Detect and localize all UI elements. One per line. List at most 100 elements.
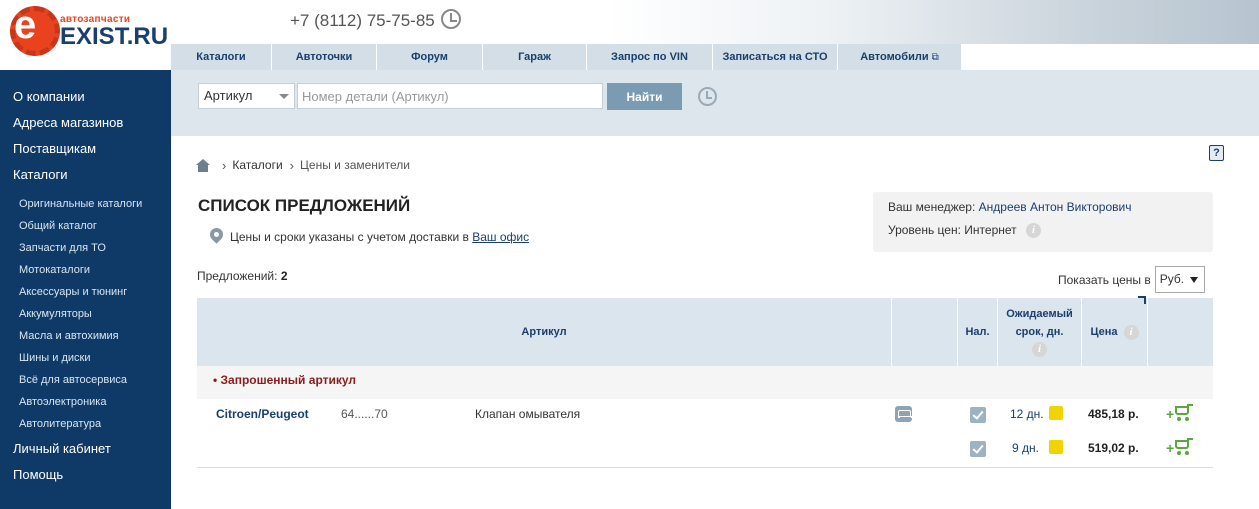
- clock-icon[interactable]: [441, 9, 461, 29]
- manager-label: Ваш менеджер:: [888, 200, 976, 214]
- sidebar-subitem[interactable]: Оригинальные каталоги: [0, 193, 171, 215]
- header-stock[interactable]: Нал.: [957, 298, 997, 366]
- top-bar: +7 (8112) 75-75-85: [171, 0, 1259, 44]
- breadcrumb-separator: ›: [222, 157, 227, 173]
- nav-service-booking[interactable]: Записаться на СТО: [713, 44, 838, 70]
- breadcrumb-catalogs[interactable]: Каталоги: [232, 158, 282, 172]
- cart-body: [1175, 406, 1189, 415]
- nav-label: Запрос по VIN: [611, 51, 688, 63]
- sidebar-item-suppliers[interactable]: Поставщикам: [0, 139, 171, 165]
- sort-arrow-icon[interactable]: [1138, 296, 1146, 304]
- car-icon[interactable]: [895, 406, 913, 422]
- sidebar-subitem[interactable]: Масла и автохимия: [0, 325, 171, 347]
- phone-number: +7 (8112) 75-75-85: [290, 11, 435, 30]
- sidebar-subitem[interactable]: Запчасти для ТО: [0, 237, 171, 259]
- nav-autopoints[interactable]: Автоточки: [272, 44, 377, 70]
- info-icon[interactable]: i: [1025, 223, 1041, 239]
- header-article-label: Артикул: [521, 326, 567, 338]
- search-type-select[interactable]: Артикул: [198, 83, 295, 109]
- sidebar-catalog-submenu: Оригинальные каталоги Общий каталог Запч…: [0, 191, 171, 439]
- search-input[interactable]: [297, 83, 603, 109]
- part-description: Клапан омывателя: [475, 407, 581, 421]
- requested-article-label: • Запрошенный артикул: [213, 373, 357, 387]
- header-stock-label: Нал.: [965, 326, 990, 338]
- plus-icon: +: [1166, 406, 1175, 422]
- availability-status-icon: [1049, 440, 1063, 454]
- stock-checkbox[interactable]: [970, 441, 986, 457]
- sidebar-item-catalogs[interactable]: Каталоги: [0, 165, 171, 191]
- price-level-label: Уровень цен:: [888, 223, 961, 237]
- nav-vin-request[interactable]: Запрос по VIN: [587, 44, 713, 70]
- nav-catalogs[interactable]: Каталоги: [171, 44, 272, 70]
- nav-forum[interactable]: Форум: [377, 44, 483, 70]
- location-pin-icon: [207, 225, 226, 244]
- triangle-down-icon: [1189, 277, 1198, 283]
- logo[interactable]: e автозапчасти EXIST.RU: [0, 0, 171, 70]
- nav-label: Автомобили: [860, 51, 929, 63]
- sidebar-subitem[interactable]: Аксессуары и тюнинг: [0, 281, 171, 303]
- info-icon[interactable]: i: [1123, 324, 1139, 340]
- logo-text: EXIST.RU: [60, 23, 169, 50]
- nav-label: Форум: [411, 51, 448, 63]
- history-icon[interactable]: [698, 87, 717, 106]
- nav-cars[interactable]: Автомобили ⧉: [838, 44, 962, 70]
- nav-label: Автоточки: [295, 51, 353, 63]
- price-value: 519,02 р.: [1088, 441, 1139, 455]
- logo-letter: e: [14, 3, 37, 47]
- offers-table-header: Артикул Нал. Ожидаемый срок, дн. i Цена …: [197, 298, 1213, 366]
- currency-select[interactable]: Руб.: [1154, 266, 1205, 293]
- sidebar-subitem[interactable]: Аккумуляторы: [0, 303, 171, 325]
- chevron-down-icon: [279, 94, 289, 99]
- nav-label: Записаться на СТО: [722, 51, 828, 63]
- sidebar-subitem[interactable]: Мотокаталоги: [0, 259, 171, 281]
- search-type-value: Артикул: [204, 88, 253, 103]
- sidebar-subitem[interactable]: Автолитература: [0, 413, 171, 435]
- manager-line: Ваш менеджер: Андреев Антон Викторович: [888, 200, 1131, 214]
- header-cart: [1147, 298, 1213, 366]
- price-level-line: Уровень цен: Интернет i: [888, 223, 1041, 239]
- home-icon[interactable]: [196, 158, 210, 172]
- breadcrumb-separator: ›: [289, 157, 295, 173]
- delivery-days: 12 дн.: [1010, 407, 1044, 421]
- header-expected-line2: срок, дн.: [1015, 325, 1064, 338]
- header-article[interactable]: Артикул: [197, 298, 891, 366]
- cart-wheel: [1177, 417, 1181, 421]
- header-expected-days[interactable]: Ожидаемый срок, дн. i: [997, 298, 1081, 366]
- sidebar-subitem[interactable]: Автоэлектроника: [0, 391, 171, 413]
- manager-panel: Ваш менеджер: Андреев Антон Викторович У…: [873, 192, 1213, 252]
- header-expected-line1: Ожидаемый: [1006, 307, 1073, 320]
- currency-selector-row: Показать цены в Руб.: [1058, 266, 1205, 293]
- help-icon[interactable]: ?: [1209, 145, 1224, 161]
- sidebar: О компании Адреса магазинов Поставщикам …: [0, 70, 171, 509]
- price-level-value: Интернет: [964, 223, 1017, 237]
- article-number: 64......70: [341, 407, 388, 421]
- cart-handle: [1187, 404, 1193, 406]
- nav-garage[interactable]: Гараж: [483, 44, 587, 70]
- cart-wheel: [1177, 451, 1181, 455]
- brand-link[interactable]: Citroen/Peugeot: [216, 407, 309, 421]
- breadcrumb-current: Цены и заменители: [300, 158, 410, 172]
- offers-count-value: 2: [280, 269, 288, 283]
- stock-checkbox[interactable]: [970, 407, 986, 423]
- sidebar-subitem[interactable]: Шины и диски: [0, 347, 171, 369]
- header-price-label: Цена: [1090, 326, 1118, 338]
- cart-body: [1175, 440, 1189, 449]
- manager-name[interactable]: Андреев Антон Викторович: [979, 200, 1132, 214]
- add-to-cart-icon[interactable]: +: [1166, 404, 1194, 422]
- nav-label: Гараж: [518, 51, 551, 63]
- external-link-icon: ⧉: [931, 52, 939, 63]
- sidebar-item-account[interactable]: Личный кабинет: [0, 439, 171, 465]
- nav-label: Каталоги: [196, 51, 246, 63]
- table-bottom-divider: [197, 467, 1213, 468]
- info-icon[interactable]: i: [1032, 341, 1047, 357]
- sidebar-subitem[interactable]: Всё для автосервиса: [0, 369, 171, 391]
- currency-label: Показать цены в: [1058, 272, 1151, 287]
- sidebar-item-help[interactable]: Помощь: [0, 465, 171, 491]
- sidebar-item-stores[interactable]: Адреса магазинов: [0, 113, 171, 139]
- add-to-cart-icon[interactable]: +: [1166, 438, 1194, 456]
- sidebar-subitem[interactable]: Общий каталог: [0, 215, 171, 237]
- sidebar-item-about[interactable]: О компании: [0, 87, 171, 113]
- search-button[interactable]: Найти: [607, 83, 682, 110]
- office-link[interactable]: Ваш офис: [472, 230, 529, 244]
- header-price[interactable]: Цена i: [1081, 298, 1147, 366]
